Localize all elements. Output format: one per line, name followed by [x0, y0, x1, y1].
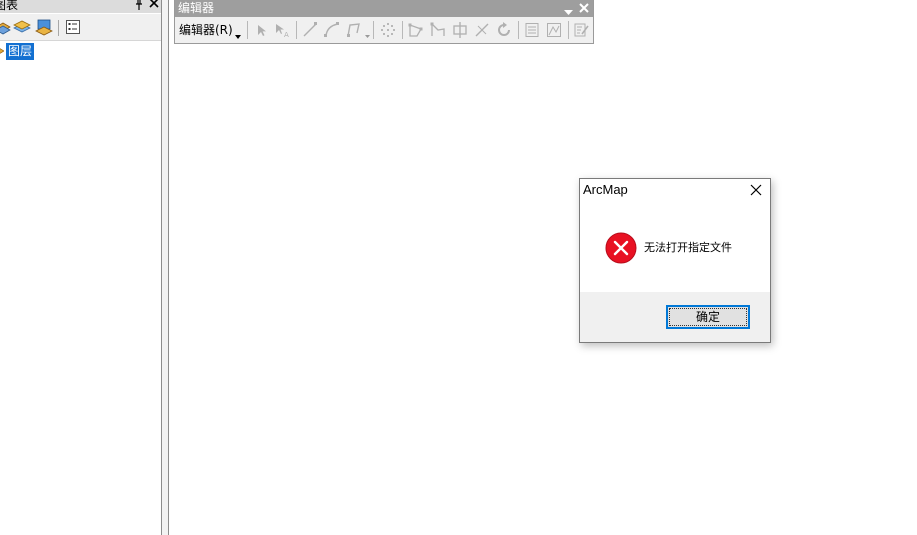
straight-segment-icon[interactable] [301, 21, 319, 39]
toolbar-separator [296, 21, 297, 39]
error-dialog: ArcMap 无法打开指定文件 确定 [579, 178, 771, 343]
toolbar-options-arrow-icon[interactable] [564, 5, 573, 15]
map-display[interactable] [169, 0, 917, 535]
sketch-properties-icon[interactable] [545, 21, 563, 39]
create-features-icon[interactable] [572, 21, 590, 39]
editor-toolbar-titlebar[interactable]: 编辑器 [175, 0, 593, 17]
list-by-source-icon[interactable] [13, 18, 31, 36]
edit-annotation-tool-icon[interactable]: A [273, 21, 291, 39]
reshape-feature-icon[interactable] [429, 21, 447, 39]
point-icon[interactable] [379, 21, 397, 39]
attributes-icon[interactable] [523, 21, 541, 39]
pin-icon[interactable] [133, 0, 145, 11]
toc-title: 图表 [0, 0, 19, 12]
layers-label[interactable]: 图层 [6, 43, 35, 60]
toolbar-separator [58, 20, 59, 36]
editor-menu-button[interactable]: 编辑器(R) [179, 21, 233, 39]
toolbar-separator [518, 21, 519, 39]
svg-text:A: A [284, 31, 289, 39]
trace-icon[interactable] [345, 21, 363, 39]
ok-button[interactable]: 确定 [666, 305, 750, 329]
chevron-down-icon [365, 28, 370, 38]
panel-splitter[interactable] [161, 0, 169, 535]
toolbar-separator [568, 21, 569, 39]
toc-titlebar: 图表 [0, 0, 161, 13]
list-by-visibility-icon[interactable] [35, 18, 53, 36]
data-frame-icon [0, 45, 5, 57]
editor-toolbar: 编辑器 编辑器(R) A [174, 0, 594, 44]
toolbar-separator [402, 21, 403, 39]
error-icon [605, 232, 637, 264]
list-by-drawing-order-icon[interactable] [0, 18, 12, 36]
toolbar-separator [373, 21, 374, 39]
edit-vertices-icon[interactable] [407, 21, 425, 39]
editor-toolbar-title: 编辑器 [178, 1, 215, 15]
close-icon[interactable] [148, 0, 160, 11]
dialog-title: ArcMap [583, 182, 628, 197]
chevron-down-icon [235, 28, 241, 39]
cut-polygons-icon[interactable] [451, 21, 469, 39]
rotate-tool-icon[interactable] [495, 21, 513, 39]
close-icon[interactable] [750, 184, 762, 196]
dialog-message: 无法打开指定文件 [644, 241, 732, 254]
end-point-arc-icon[interactable] [323, 21, 341, 39]
split-tool-icon[interactable] [473, 21, 491, 39]
table-of-contents-panel: 图表 图层 [0, 0, 161, 535]
toolbar-separator [247, 21, 248, 39]
toc-toolbar [0, 14, 161, 41]
close-icon[interactable] [578, 2, 590, 14]
options-icon[interactable] [64, 18, 82, 36]
dialog-button-bar: 确定 [580, 292, 770, 342]
edit-tool-icon[interactable] [252, 21, 270, 39]
